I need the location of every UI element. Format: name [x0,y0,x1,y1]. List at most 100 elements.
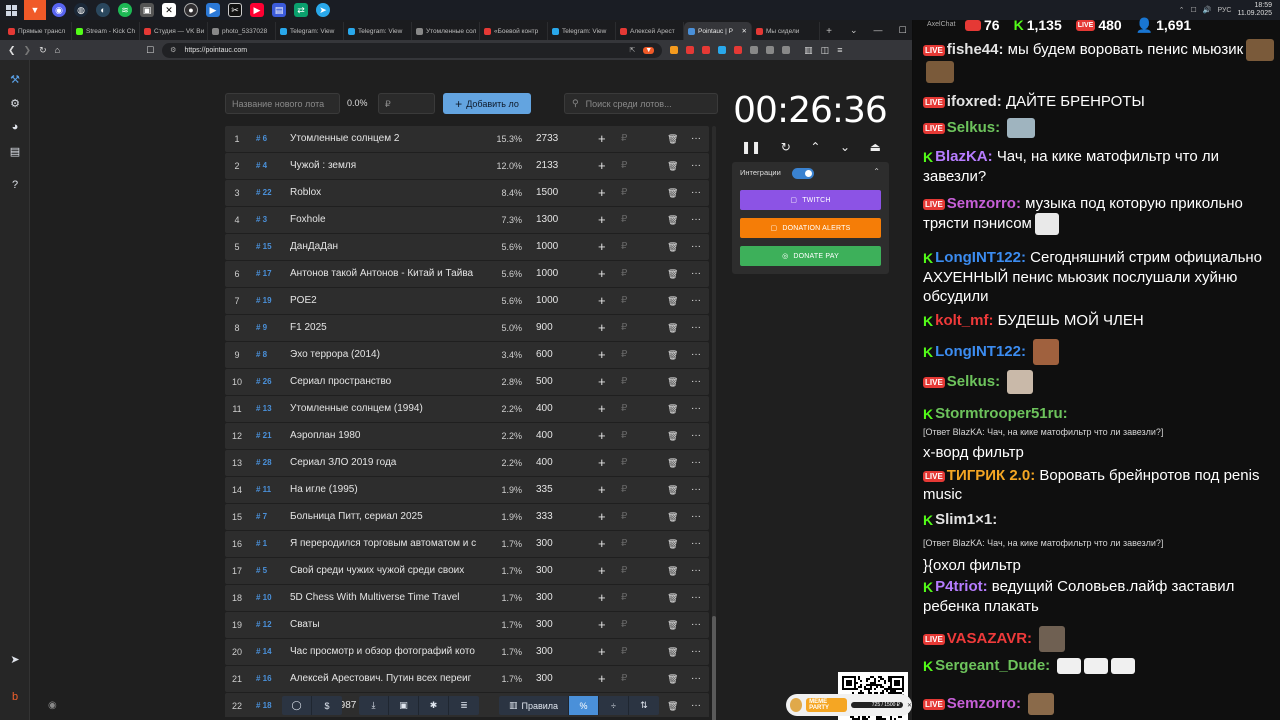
more-icon[interactable]: ··· [691,180,701,206]
lot-row[interactable]: 1 # 6 Утомленные солнцем 2 15.3% 2733 + ₽ 🗑 ··· [225,126,709,152]
add-amount-icon[interactable]: + [598,315,606,341]
add-amount-icon[interactable]: + [598,126,606,152]
lot-name[interactable]: Аэроплан 1980 [290,423,485,449]
wallet-icon[interactable]: ◫ [821,45,830,56]
ruble-input[interactable]: ₽ [621,207,627,233]
brave-shield-icon[interactable]: ▼ [643,46,655,54]
lot-name[interactable]: ДанДаДан [290,234,485,260]
lot-row[interactable]: 4 # 3 Foxhole 7.3% 1300 + ₽ 🗑 ··· [225,207,709,233]
more-icon[interactable]: ··· [691,693,701,717]
extension-icon[interactable] [702,46,711,54]
minimize-icon[interactable]: — [874,25,883,36]
delete-icon[interactable]: 🗑 [667,558,678,584]
ruble-input[interactable]: ₽ [621,531,627,557]
delete-icon[interactable]: 🗑 [667,369,678,395]
more-icon[interactable]: ··· [691,288,701,314]
add-amount-icon[interactable]: + [598,207,606,233]
lot-name[interactable]: Утомленные солнцем (1994) [290,396,485,422]
lot-name[interactable]: Сериал пространство [290,369,485,395]
browser-tab[interactable]: photo_5337028 [208,22,276,40]
more-icon[interactable]: ··· [691,234,701,260]
ruble-input[interactable]: ₽ [621,504,627,530]
more-icon[interactable]: ··· [691,531,701,557]
delete-icon[interactable]: 🗑 [667,531,678,557]
menu-icon[interactable]: ≡ [837,45,842,55]
browser-tab[interactable]: Мы сидели [752,22,820,40]
delete-icon[interactable]: 🗑 [667,504,678,530]
lot-amount[interactable]: 300 [536,558,576,584]
help-icon[interactable]: ? [8,178,22,192]
lot-row[interactable]: 5 # 15 ДанДаДан 5.6% 1000 + ₽ 🗑 ··· [225,234,709,260]
delete-icon[interactable]: 🗑 [667,612,678,638]
ruble-input[interactable]: ₽ [621,261,627,287]
lot-name[interactable]: На игле (1995) [290,477,485,503]
spotify-icon[interactable]: ≋ [118,3,132,17]
download-icon[interactable]: ⤓ [359,696,389,715]
lot-amount[interactable]: 1000 [536,261,576,287]
video-icon[interactable]: ▶ [250,3,264,17]
lot-amount[interactable]: 300 [536,612,576,638]
lot-row[interactable]: 8 # 9 F1 2025 5.0% 900 + ₽ 🗑 ··· [225,315,709,341]
tray-lang[interactable]: РУС [1217,7,1231,14]
more-icon[interactable]: ··· [691,639,701,665]
steam-icon[interactable]: ◍ [74,3,88,17]
lot-row[interactable]: 20 # 14 Час просмотр и обзор фотографий ко… [225,639,709,665]
delete-icon[interactable]: 🗑 [667,315,678,341]
lot-row[interactable]: 14 # 11 На игле (1995) 1.9% 335 + ₽ 🗑 ··· [225,477,709,503]
browser-tab[interactable]: Алексей Арест [616,22,684,40]
increase-time-icon[interactable]: ⌃ [810,140,820,154]
more-icon[interactable]: ··· [691,342,701,368]
lot-amount[interactable]: 300 [536,666,576,692]
lot-amount[interactable]: 1300 [536,207,576,233]
add-amount-icon[interactable]: + [598,396,606,422]
chat-username[interactable]: Selkus: [947,373,1000,390]
maximize-icon[interactable]: ☐ [899,25,907,36]
decrease-time-icon[interactable]: ⌄ [840,140,850,154]
address-bar[interactable]: ⚙ https://pointauc.com ⇱ ▼ [162,42,663,58]
telegram-link-icon[interactable]: ➤ [8,652,22,666]
window-dropdown-icon[interactable]: ⌄ [850,25,858,36]
browser-tab[interactable]: Stream - Kick Ch [72,22,140,40]
twitch-button[interactable]: ▢ TWITCH [740,190,881,210]
lot-name[interactable]: Больница Питт, сериал 2025 [290,504,485,530]
add-amount-icon[interactable]: + [598,450,606,476]
browser-tab[interactable]: Прямые трансл [4,22,72,40]
lots-scrollbar[interactable] [712,126,716,720]
more-icon[interactable]: ··· [691,396,701,422]
ruble-input[interactable]: ₽ [621,477,627,503]
lot-name[interactable]: Эхо террора (2014) [290,342,485,368]
lot-row[interactable]: 18 # 10 5D Chess With Multiverse Time Trav… [225,585,709,611]
visibility-icon[interactable]: ◉ [48,700,57,711]
percent-icon[interactable]: % [569,696,599,715]
double-increase-icon[interactable]: ⏏ [870,140,881,154]
more-icon[interactable]: ··· [691,126,701,152]
telegram-icon[interactable]: ➤ [316,3,330,17]
lot-name[interactable]: Чужой : земля [290,153,485,179]
delete-icon[interactable]: 🗑 [667,666,678,692]
lot-search[interactable]: ⚲ Поиск среди лотов... [564,93,718,114]
delete-icon[interactable]: 🗑 [667,261,678,287]
close-app-icon[interactable]: ✕ [162,3,176,17]
lot-name[interactable]: Утомленные солнцем 2 [290,126,485,152]
lot-row[interactable]: 19 # 12 Сваты 1.7% 300 + ₽ 🗑 ··· [225,612,709,638]
browser-tab[interactable]: Telegram: View [344,22,412,40]
chat-username[interactable]: LongINT122: [935,343,1026,360]
obs-icon[interactable]: ● [184,3,198,17]
delete-icon[interactable]: 🗑 [667,342,678,368]
lot-row[interactable]: 13 # 28 Сериал ЗЛО 2019 года 2.2% 400 + ₽ 🗑 ··· [225,450,709,476]
lot-row[interactable]: 10 # 26 Сериал пространство 2.8% 500 + ₽ 🗑 ··· [225,369,709,395]
steam-alt-icon[interactable]: ◐ [96,3,110,17]
monitor-icon[interactable]: ▤ [272,3,286,17]
browser-tab[interactable]: Pointauc | Р ✕ [684,22,752,40]
lot-name[interactable]: Сваты [290,612,485,638]
more-icon[interactable]: ··· [691,585,701,611]
boosty-icon[interactable]: b [8,690,22,704]
chat-username[interactable]: Sergeant_Dude: [935,657,1050,674]
lot-row[interactable]: 11 # 13 Утомленные солнцем (1994) 2.2% 400 + ₽… [225,396,709,422]
extension-icon[interactable] [766,46,775,54]
ruble-input[interactable]: ₽ [621,234,627,260]
more-icon[interactable]: ··· [691,450,701,476]
sort-icon[interactable]: ⇅ [629,696,659,715]
add-amount-icon[interactable]: + [598,531,606,557]
delete-icon[interactable]: 🗑 [667,585,678,611]
